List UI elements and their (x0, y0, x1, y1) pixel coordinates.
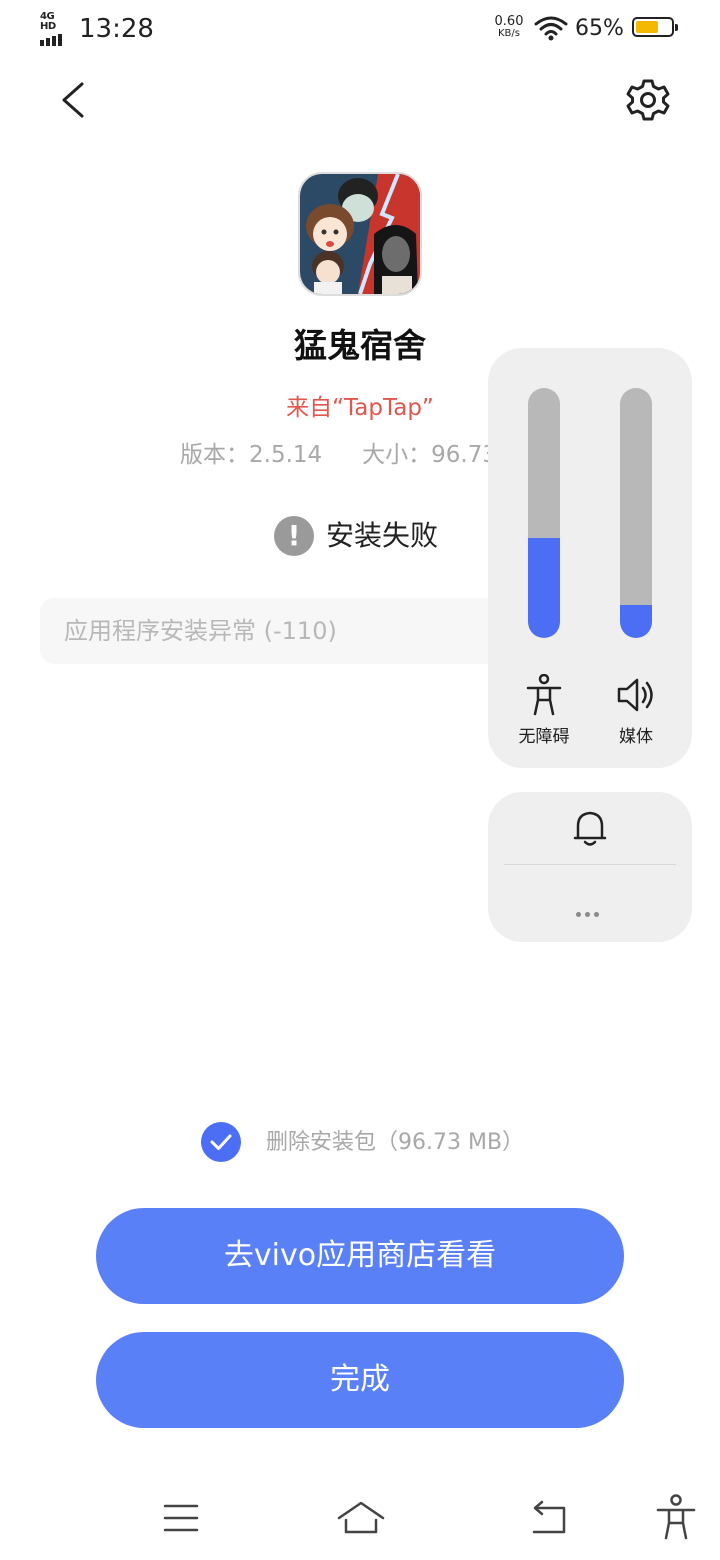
install-status-text: 安装失败 (326, 519, 439, 552)
battery-icon (632, 17, 678, 37)
panel-divider (504, 864, 676, 865)
delete-package-label[interactable]: 删除安装包（96.73 MB） (266, 1126, 524, 1160)
battery-percent: 65% (575, 16, 624, 41)
media-label: 媒体 (619, 727, 653, 747)
accessibility-volume-slider[interactable] (528, 388, 560, 638)
app-meta: 版本：2.5.14 大小：96.73 (180, 438, 497, 472)
network-speed-value: 0.60 (494, 14, 524, 29)
back-button[interactable] (52, 78, 96, 122)
battery-level (636, 21, 658, 33)
network-speed-unit: KB/s (498, 28, 520, 39)
app-icon (298, 172, 422, 296)
media-volume-slider[interactable] (620, 388, 652, 638)
checkmark-icon (210, 1134, 232, 1150)
speaker-icon[interactable] (616, 674, 656, 716)
status-bar: 4G HD 13:28 0.60 KB/s 65% (0, 0, 720, 56)
delete-package-checkbox[interactable] (201, 1122, 241, 1162)
gear-icon (626, 79, 670, 121)
home-icon[interactable] (336, 1498, 386, 1538)
menu-icon[interactable] (163, 1498, 199, 1538)
back-icon[interactable] (530, 1498, 568, 1538)
more-dots-icon[interactable] (576, 902, 603, 921)
accessibility-icon[interactable] (524, 674, 564, 716)
ringer-panel (488, 792, 692, 942)
media-volume-level (620, 605, 652, 638)
done-button[interactable]: 完成 (96, 1332, 624, 1428)
warning-icon: ! (274, 516, 314, 556)
cellular-signal-icon: 4G HD (40, 12, 72, 46)
network-speed: 0.60 KB/s (492, 15, 526, 40)
bell-icon[interactable] (572, 808, 608, 848)
app-size: 大小：96.73 (362, 442, 498, 468)
wifi-icon (534, 16, 568, 41)
accessibility-icon[interactable] (654, 1494, 698, 1540)
error-message: 应用程序安装异常 (-110) (64, 617, 337, 645)
settings-button[interactable] (624, 76, 672, 124)
open-app-store-button[interactable]: 去vivo应用商店看看 (96, 1208, 624, 1304)
accessibility-volume-level (528, 538, 560, 638)
volume-panel: 无障碍 媒体 (488, 348, 692, 768)
app-version: 版本：2.5.14 (180, 442, 323, 468)
accessibility-label: 无障碍 (518, 727, 570, 747)
status-time: 13:28 (79, 14, 154, 44)
